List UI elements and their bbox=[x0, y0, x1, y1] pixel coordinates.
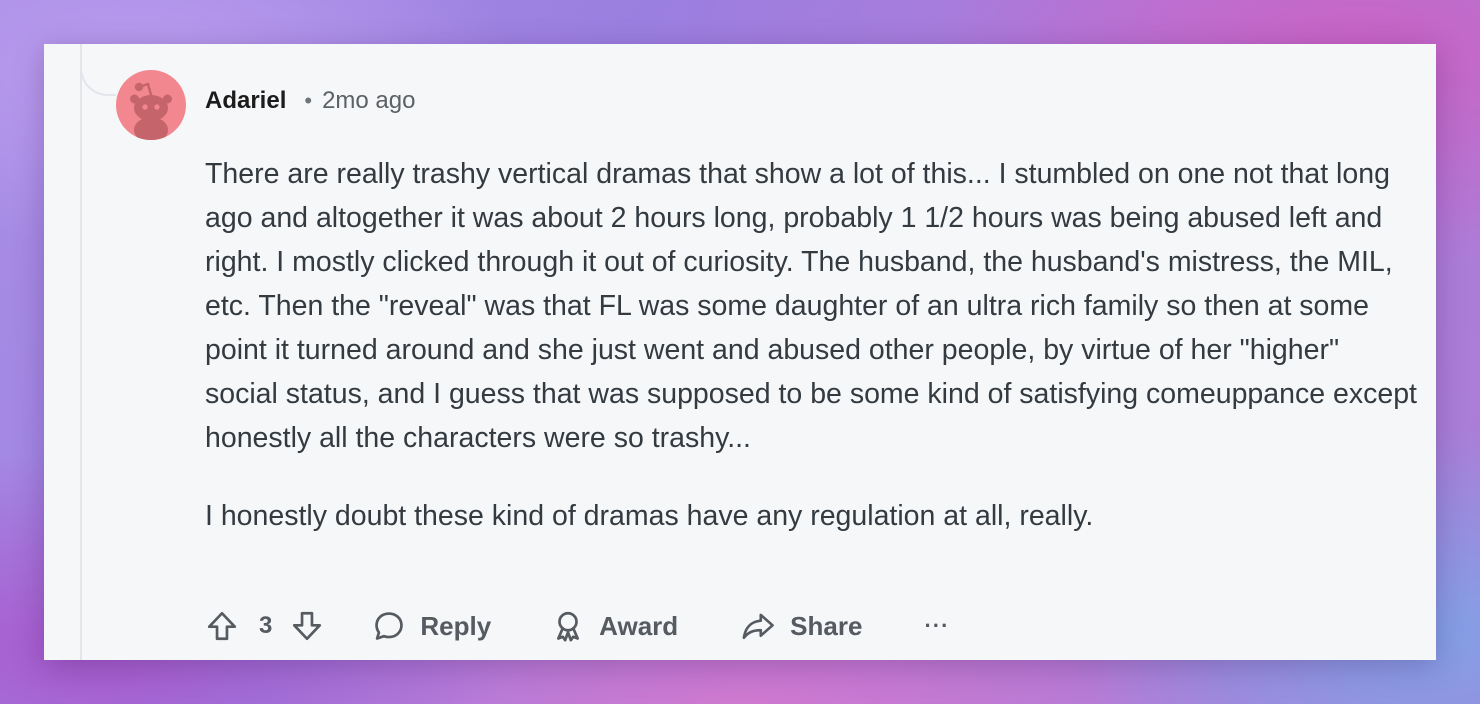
upvote-arrow-icon bbox=[207, 611, 237, 641]
comment-card: Adariel • 2mo ago There are really trash… bbox=[44, 44, 1436, 660]
thread-line[interactable] bbox=[80, 44, 82, 660]
share-arrow-icon bbox=[742, 613, 775, 640]
comment-paragraph: There are really trashy vertical dramas … bbox=[205, 158, 1417, 454]
timestamp[interactable]: 2mo ago bbox=[322, 87, 415, 115]
avatar[interactable] bbox=[116, 70, 186, 140]
snoo-avatar-icon bbox=[130, 82, 172, 140]
downvote-button[interactable] bbox=[290, 609, 324, 643]
reply-button[interactable]: Reply bbox=[372, 609, 491, 643]
comment-meta: Adariel • 2mo ago bbox=[205, 86, 415, 116]
more-options-button[interactable]: ··· bbox=[924, 613, 949, 639]
comment-actions: 3 Reply Award Share ··· bbox=[205, 606, 949, 646]
comment-paragraph: I honestly doubt these kind of dramas ha… bbox=[205, 500, 1094, 532]
speech-bubble-icon bbox=[375, 612, 404, 640]
vote-count: 3 bbox=[259, 612, 273, 639]
upvote-button[interactable] bbox=[205, 609, 239, 643]
share-button[interactable]: Share bbox=[740, 609, 862, 643]
meta-separator: • bbox=[304, 88, 313, 113]
award-ribbon-icon bbox=[557, 611, 580, 642]
award-label: Award bbox=[599, 610, 679, 641]
thread-connector bbox=[80, 44, 116, 96]
comment-body: There are really trashy vertical dramas … bbox=[205, 152, 1417, 538]
downvote-arrow-icon bbox=[293, 611, 322, 641]
username[interactable]: Adariel bbox=[205, 87, 286, 115]
reply-label: Reply bbox=[420, 610, 492, 641]
share-label: Share bbox=[790, 610, 863, 641]
award-button[interactable]: Award bbox=[551, 609, 678, 643]
